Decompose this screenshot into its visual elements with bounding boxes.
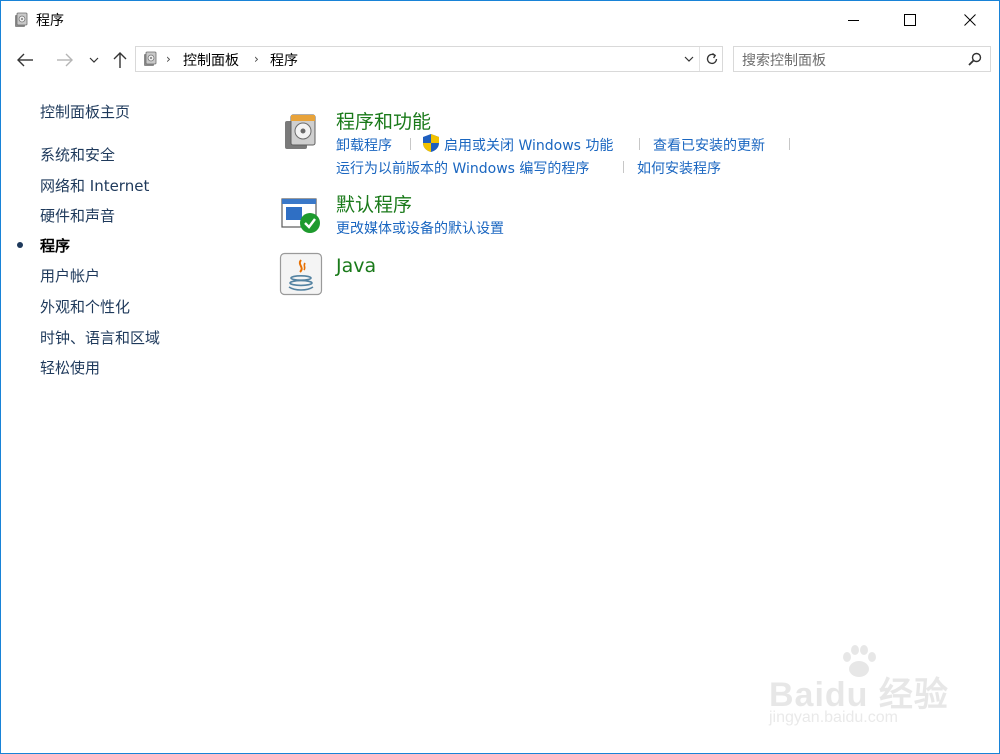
breadcrumb-control-panel[interactable]: 控制面板 xyxy=(183,50,239,70)
up-button[interactable] xyxy=(107,47,133,73)
window-title: 程序 xyxy=(36,13,64,29)
link-view-installed-updates[interactable]: 查看已安装的更新 xyxy=(653,135,765,155)
address-bar[interactable]: › 控制面板 › 程序 xyxy=(135,46,723,72)
arrow-up-icon xyxy=(113,52,127,68)
link-separator xyxy=(639,138,640,150)
category-title-default-programs[interactable]: 默认程序 xyxy=(336,190,412,217)
arrow-left-icon xyxy=(17,53,33,67)
sidebar-item-appearance[interactable]: 外观和个性化 xyxy=(40,296,130,317)
link-how-to-install[interactable]: 如何安装程序 xyxy=(637,158,721,178)
search-input[interactable]: 搜索控制面板 xyxy=(742,50,826,70)
recent-locations-button[interactable] xyxy=(85,47,103,73)
breadcrumb-separator-icon[interactable]: › xyxy=(254,52,259,66)
sidebar-item-control-panel-home[interactable]: 控制面板主页 xyxy=(40,101,130,122)
category-title-programs-features[interactable]: 程序和功能 xyxy=(336,107,431,134)
link-change-media-defaults[interactable]: 更改媒体或设备的默认设置 xyxy=(336,218,504,238)
watermark-url: jingyan.baidu.com xyxy=(769,709,898,726)
current-item-bullet-icon xyxy=(17,242,23,248)
sidebar-item-user-accounts[interactable]: 用户帐户 xyxy=(40,265,100,286)
close-button[interactable] xyxy=(947,1,993,39)
java-icon[interactable] xyxy=(279,252,323,296)
minimize-icon xyxy=(848,20,859,21)
link-windows-features[interactable]: 启用或关闭 Windows 功能 xyxy=(444,135,613,155)
baidu-jingyan-watermark: Baidu 经验 jingyan.baidu.com xyxy=(761,645,961,735)
refresh-icon xyxy=(706,52,718,65)
navigation-bar: › 控制面板 › 程序 搜索控制面板 xyxy=(1,39,999,81)
default-programs-icon[interactable] xyxy=(279,191,323,235)
maximize-icon xyxy=(904,14,916,26)
uac-shield-icon xyxy=(423,134,439,152)
programs-features-icon[interactable] xyxy=(279,109,323,153)
arrow-right-icon xyxy=(57,53,73,67)
breadcrumb-programs[interactable]: 程序 xyxy=(270,50,298,70)
back-button[interactable] xyxy=(11,47,39,73)
address-dropdown-button[interactable] xyxy=(679,47,699,71)
sidebar-item-clock-language-region[interactable]: 时钟、语言和区域 xyxy=(40,327,160,348)
sidebar-item-hardware-sound[interactable]: 硬件和声音 xyxy=(40,205,115,226)
control-panel-programs-icon xyxy=(15,12,28,27)
forward-button[interactable] xyxy=(51,47,79,73)
chevron-down-icon xyxy=(89,57,99,63)
minimize-button[interactable] xyxy=(831,1,877,39)
search-box[interactable]: 搜索控制面板 xyxy=(733,46,991,72)
sidebar-item-programs[interactable]: 程序 xyxy=(40,235,70,256)
link-separator xyxy=(789,138,790,150)
link-run-older-programs[interactable]: 运行为以前版本的 Windows 编写的程序 xyxy=(336,158,589,178)
control-panel-window: 程序 › 控制面板 › 程序 搜索控制面板 控制面板主页 系统和安全 网络和 I… xyxy=(0,0,1000,754)
close-icon xyxy=(964,14,976,26)
maximize-button[interactable] xyxy=(887,1,933,39)
sidebar-item-ease-of-access[interactable]: 轻松使用 xyxy=(40,357,100,378)
sidebar-item-system-security[interactable]: 系统和安全 xyxy=(40,144,115,165)
category-title-java[interactable]: Java xyxy=(336,255,376,277)
refresh-button[interactable] xyxy=(699,47,724,71)
breadcrumb-separator-icon[interactable]: › xyxy=(166,52,171,66)
title-bar[interactable]: 程序 xyxy=(1,1,999,39)
sidebar-item-network-internet[interactable]: 网络和 Internet xyxy=(40,175,149,196)
chevron-down-icon xyxy=(684,56,694,62)
link-separator xyxy=(410,138,411,150)
search-icon[interactable] xyxy=(968,52,982,66)
link-uninstall-program[interactable]: 卸载程序 xyxy=(336,135,392,155)
link-separator xyxy=(623,161,624,173)
control-panel-programs-icon xyxy=(144,51,157,66)
